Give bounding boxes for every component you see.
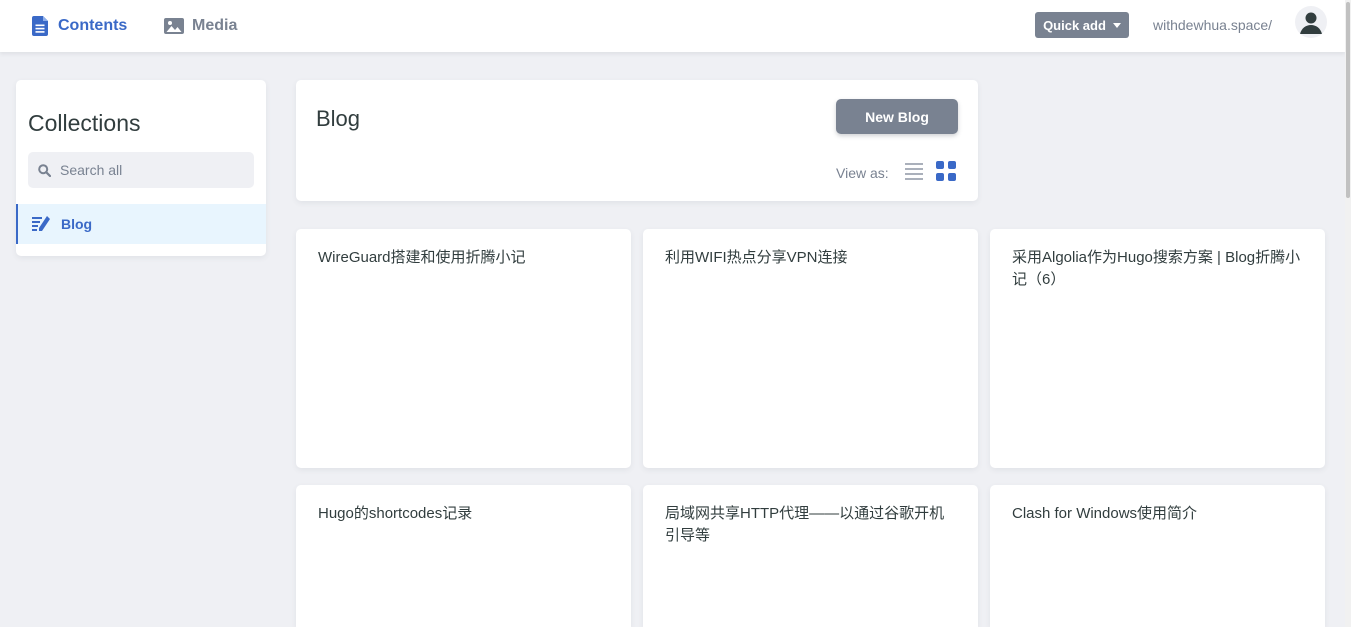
- search-icon: [38, 163, 51, 177]
- avatar[interactable]: [1295, 6, 1327, 38]
- nav-tab-contents[interactable]: Contents: [32, 0, 127, 52]
- entry-card[interactable]: 局域网共享HTTP代理——以通过谷歌开机引导等: [643, 485, 978, 627]
- sidebar-item-blog[interactable]: Blog: [16, 204, 266, 244]
- search-box[interactable]: [28, 152, 254, 188]
- entry-card[interactable]: 利用WIFI热点分享VPN连接: [643, 229, 978, 468]
- top-bar: Contents Media Quick add withdewhua.spac…: [0, 0, 1345, 52]
- new-entry-button[interactable]: New Blog: [836, 99, 958, 134]
- entry-card[interactable]: Hugo的shortcodes记录: [296, 485, 631, 627]
- entry-card[interactable]: WireGuard搭建和使用折腾小记: [296, 229, 631, 468]
- entry-card-title: Clash for Windows使用简介: [1012, 505, 1198, 522]
- entry-card-title: 利用WIFI热点分享VPN连接: [665, 249, 848, 266]
- document-icon: [32, 16, 48, 36]
- view-as-label: View as:: [836, 165, 889, 181]
- sidebar-title: Collections: [28, 110, 141, 136]
- caret-down-icon: [1112, 22, 1121, 28]
- user-icon: [1300, 12, 1322, 34]
- entry-card-title: WireGuard搭建和使用折腾小记: [318, 249, 526, 266]
- entry-card[interactable]: 采用Algolia作为Hugo搜索方案 | Blog折腾小记（6）: [990, 229, 1325, 468]
- entry-card-title: Hugo的shortcodes记录: [318, 505, 473, 522]
- nav-tab-media-label: Media: [192, 17, 238, 34]
- page-title: Blog: [316, 106, 361, 131]
- page-scrollbar[interactable]: [1345, 0, 1351, 627]
- collections-sidebar: Collections Blog: [16, 80, 266, 256]
- quick-add-button[interactable]: Quick add: [1035, 12, 1129, 38]
- scrollbar-thumb[interactable]: [1346, 2, 1350, 198]
- search-input[interactable]: [60, 162, 240, 178]
- nav-tab-contents-label: Contents: [58, 17, 128, 34]
- entry-card-title: 采用Algolia作为Hugo搜索方案 | Blog折腾小记（6）: [1012, 249, 1301, 288]
- list-view-icon[interactable]: [905, 162, 923, 180]
- site-url-link[interactable]: withdewhua.space/: [1153, 17, 1272, 33]
- grid-view-icon[interactable]: [936, 161, 956, 181]
- image-icon: [164, 18, 184, 34]
- write-icon: [32, 216, 50, 231]
- nav-tab-media[interactable]: Media: [164, 0, 237, 52]
- collection-header: Blog New Blog View as:: [296, 80, 978, 201]
- quick-add-label: Quick add: [1043, 17, 1106, 33]
- entry-card-title: 局域网共享HTTP代理——以通过谷歌开机引导等: [665, 505, 945, 544]
- sidebar-item-label: Blog: [61, 216, 93, 232]
- entry-card[interactable]: Clash for Windows使用简介: [990, 485, 1325, 627]
